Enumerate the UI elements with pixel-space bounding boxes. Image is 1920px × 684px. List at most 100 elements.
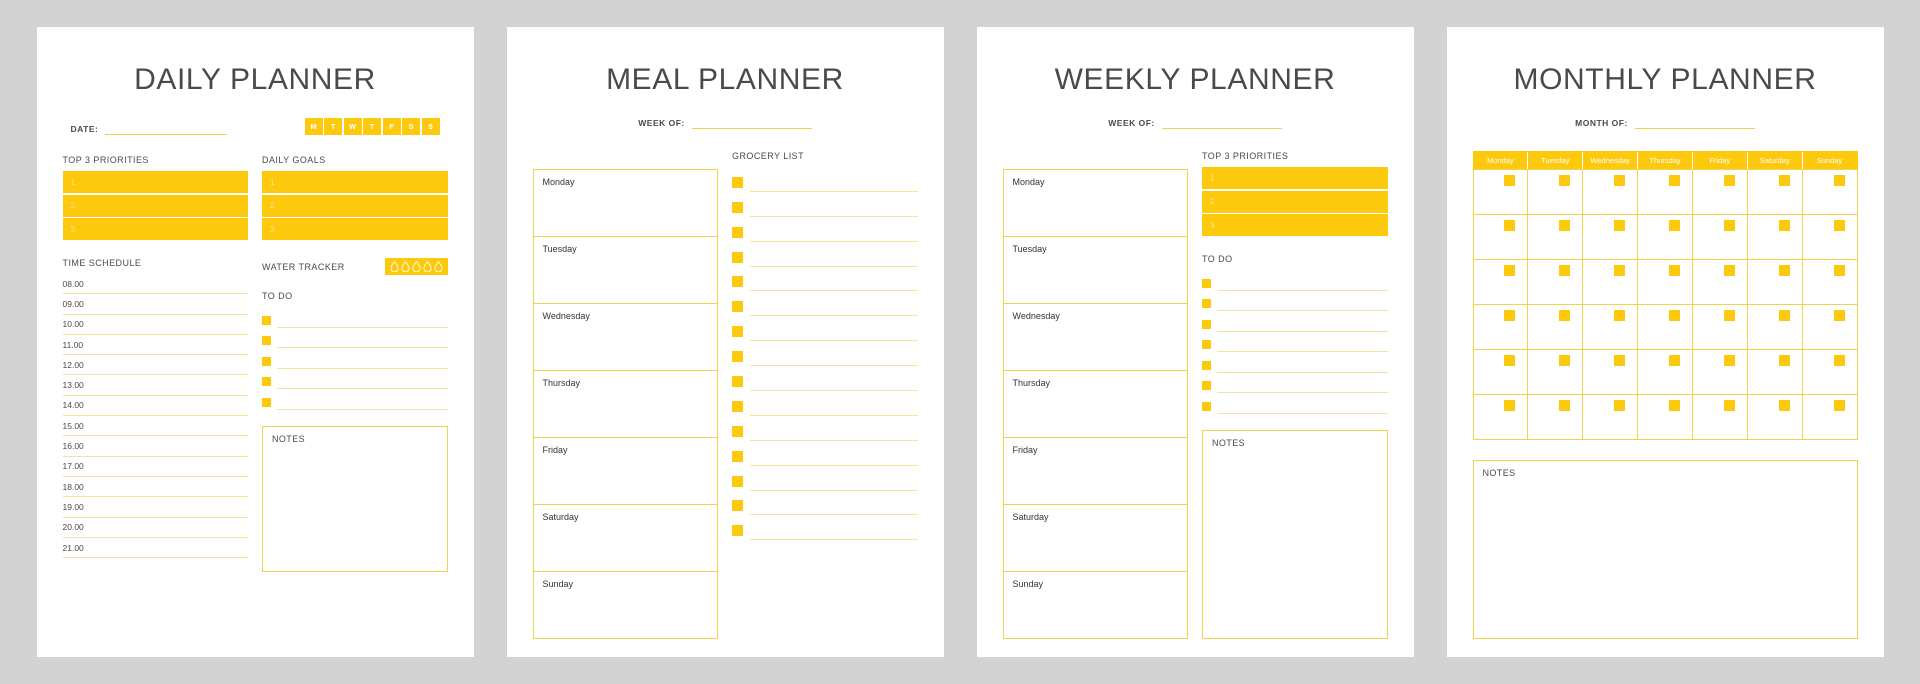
meal-day-tuesday[interactable]: Tuesday: [533, 237, 717, 304]
grocery-item-10[interactable]: [732, 416, 918, 441]
todo-checkbox[interactable]: [1202, 381, 1211, 390]
todo-checkbox[interactable]: [262, 377, 271, 386]
day-badge-6[interactable]: S: [421, 118, 440, 135]
day-badge-1[interactable]: T: [324, 118, 342, 135]
calendar-day-cell[interactable]: [1638, 395, 1693, 440]
grocery-line[interactable]: [750, 204, 918, 217]
water-drop-icon[interactable]: [411, 261, 421, 272]
grocery-item-11[interactable]: [732, 441, 918, 466]
todo-line[interactable]: [1217, 321, 1388, 332]
calendar-day-cell[interactable]: [1583, 260, 1639, 305]
calendar-day-cell[interactable]: [1638, 215, 1693, 260]
grocery-checkbox[interactable]: [732, 276, 743, 288]
calendar-day-cell[interactable]: [1638, 260, 1693, 305]
weekly-day-saturday[interactable]: Saturday: [1003, 505, 1187, 572]
weekly-todo-item-1[interactable]: [1202, 291, 1388, 311]
calendar-day-cell[interactable]: [1473, 395, 1529, 440]
todo-checkbox[interactable]: [262, 397, 271, 407]
grocery-line[interactable]: [750, 478, 918, 491]
grocery-checkbox[interactable]: [732, 201, 743, 213]
calendar-day-cell[interactable]: [1692, 350, 1748, 395]
weekly-notes-box[interactable]: NOTES: [1202, 429, 1388, 639]
time-row-4[interactable]: 12.00: [62, 355, 248, 376]
grocery-checkbox[interactable]: [732, 301, 743, 313]
calendar-day-cell[interactable]: [1692, 395, 1748, 440]
grocery-line[interactable]: [750, 428, 918, 441]
todo-line[interactable]: [277, 317, 448, 328]
grocery-item-6[interactable]: [732, 316, 918, 342]
monthly-notes-box[interactable]: NOTES: [1472, 460, 1858, 639]
goal-row-2[interactable]: 2: [262, 194, 448, 217]
todo-checkbox[interactable]: [262, 356, 271, 366]
time-row-0[interactable]: 08.00: [62, 274, 248, 295]
calendar-day-cell[interactable]: [1583, 395, 1639, 440]
weekly-todo-item-0[interactable]: [1202, 270, 1388, 291]
daily-todo-item-4[interactable]: [262, 389, 448, 410]
calendar-day-cell[interactable]: [1473, 305, 1529, 350]
calendar-day-cell[interactable]: [1528, 215, 1584, 260]
grocery-item-7[interactable]: [732, 341, 918, 367]
day-badge-5[interactable]: S: [402, 118, 420, 135]
calendar-day-cell[interactable]: [1473, 260, 1529, 305]
calendar-day-cell[interactable]: [1802, 215, 1858, 260]
calendar-day-cell[interactable]: [1473, 215, 1529, 260]
time-row-1[interactable]: 09.00: [62, 294, 248, 315]
todo-line[interactable]: [1217, 341, 1388, 352]
time-row-10[interactable]: 18.00: [62, 477, 248, 498]
time-row-7[interactable]: 15.00: [62, 416, 248, 437]
grocery-checkbox[interactable]: [732, 376, 743, 388]
time-row-12[interactable]: 20.00: [62, 518, 248, 538]
goal-row-1[interactable]: 1: [262, 171, 448, 193]
water-drop-icon[interactable]: [400, 261, 410, 272]
day-badge-0[interactable]: M: [304, 118, 323, 135]
grocery-item-1[interactable]: [732, 192, 918, 217]
grocery-item-5[interactable]: [732, 291, 918, 317]
goal-row-3[interactable]: 3: [262, 218, 448, 240]
grocery-line[interactable]: [750, 278, 918, 292]
todo-line[interactable]: [1217, 362, 1388, 373]
calendar-day-cell[interactable]: [1747, 260, 1803, 305]
weekly-todo-item-2[interactable]: [1202, 311, 1388, 332]
weekly-day-friday[interactable]: Friday: [1003, 438, 1187, 505]
date-input[interactable]: [105, 122, 228, 135]
time-row-3[interactable]: 11.00: [62, 335, 248, 356]
grocery-line[interactable]: [750, 353, 918, 367]
weekly-priority-row-1[interactable]: 1: [1202, 167, 1388, 189]
day-badge-2[interactable]: W: [343, 118, 362, 135]
calendar-day-cell[interactable]: [1802, 260, 1858, 305]
todo-checkbox[interactable]: [1202, 299, 1211, 308]
calendar-day-cell[interactable]: [1528, 395, 1584, 440]
meal-week-of-input[interactable]: [691, 116, 812, 129]
daily-notes-box[interactable]: NOTES: [262, 425, 448, 572]
grocery-line[interactable]: [750, 453, 918, 466]
grocery-line[interactable]: [750, 403, 918, 416]
calendar-day-cell[interactable]: [1473, 170, 1529, 215]
grocery-item-14[interactable]: [732, 515, 918, 541]
todo-checkbox[interactable]: [1202, 401, 1211, 411]
weekly-priority-row-2[interactable]: 2: [1202, 190, 1388, 213]
calendar-day-cell[interactable]: [1638, 170, 1693, 215]
meal-day-sunday[interactable]: Sunday: [534, 572, 718, 638]
weekly-todo-item-3[interactable]: [1202, 332, 1388, 352]
water-drop-icon[interactable]: [433, 261, 443, 272]
calendar-day-cell[interactable]: [1692, 260, 1748, 305]
weekly-day-wednesday[interactable]: Wednesday: [1003, 304, 1187, 371]
calendar-day-cell[interactable]: [1747, 305, 1803, 350]
monthly-month-of-input[interactable]: [1634, 116, 1755, 129]
water-drop-icon[interactable]: [389, 261, 399, 272]
todo-line[interactable]: [1217, 382, 1388, 393]
grocery-item-13[interactable]: [732, 491, 918, 516]
calendar-day-cell[interactable]: [1638, 305, 1693, 350]
weekly-todo-item-4[interactable]: [1202, 352, 1388, 373]
calendar-day-cell[interactable]: [1638, 350, 1693, 395]
calendar-day-cell[interactable]: [1583, 350, 1639, 395]
weekly-day-thursday[interactable]: Thursday: [1003, 371, 1187, 438]
todo-checkbox[interactable]: [1202, 360, 1211, 370]
time-row-13[interactable]: 21.00: [62, 538, 248, 559]
calendar-day-cell[interactable]: [1692, 215, 1748, 260]
time-row-6[interactable]: 14.00: [62, 396, 248, 417]
meal-day-wednesday[interactable]: Wednesday: [533, 304, 717, 371]
grocery-item-9[interactable]: [732, 391, 918, 416]
calendar-day-cell[interactable]: [1747, 170, 1803, 215]
grocery-item-12[interactable]: [732, 466, 918, 491]
